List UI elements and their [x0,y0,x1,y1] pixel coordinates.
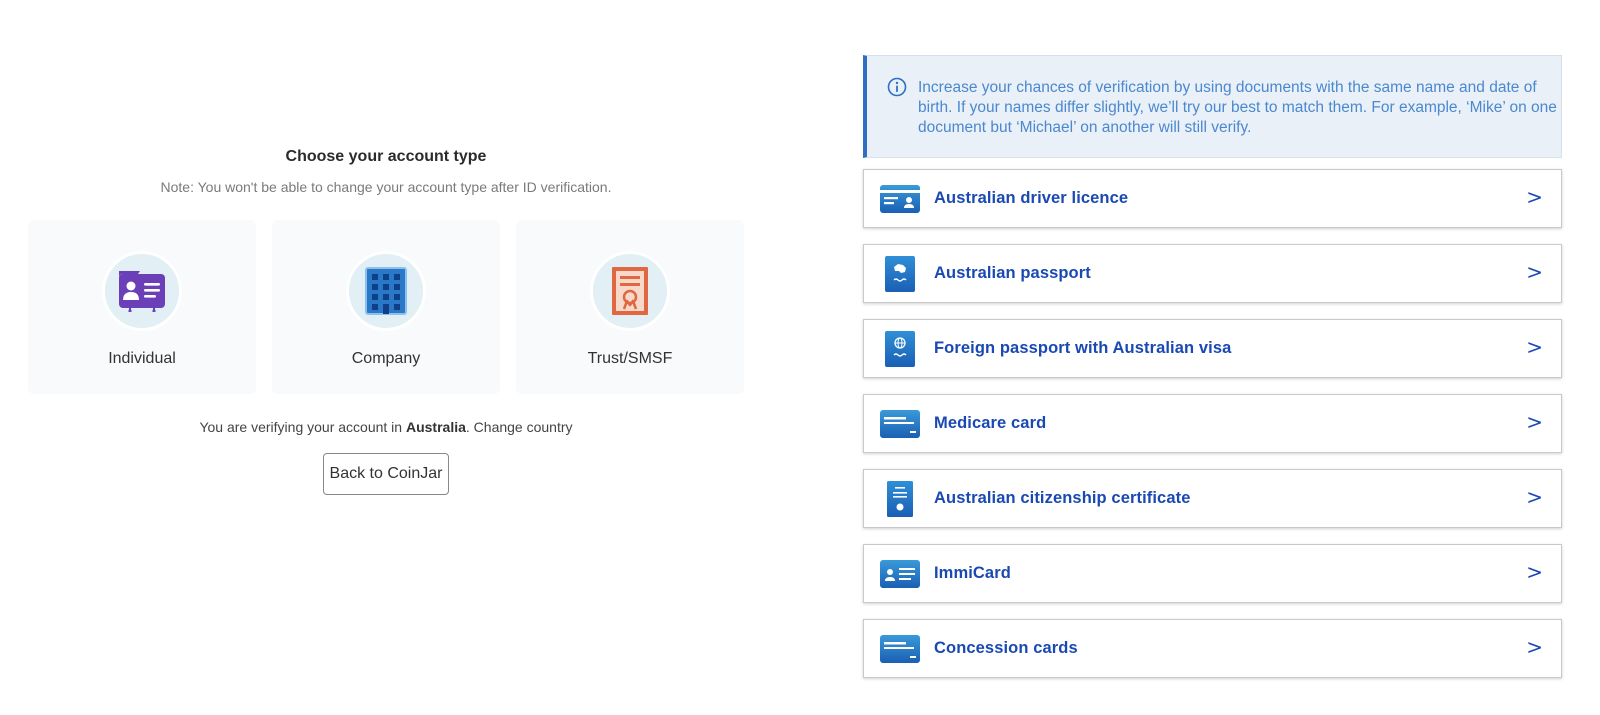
individual-icon-circle [102,251,182,331]
chevron-right-icon: > [1526,560,1543,584]
info-icon [887,77,907,97]
doc-label: Australian passport [934,264,1091,282]
chevron-right-icon: > [1526,635,1543,659]
doc-citizenship-certificate[interactable]: Australian citizenship certificate > [863,469,1562,528]
change-country-link[interactable]: Change country [474,419,573,435]
country-prefix: You are verifying your account in [199,419,406,435]
foreign-passport-icon [878,330,922,368]
account-type-company[interactable]: Company [272,220,500,394]
chevron-right-icon: > [1526,410,1543,434]
trust-icon-circle [590,251,670,331]
account-type-individual[interactable]: Individual [28,220,256,394]
concession-card-icon [878,630,922,668]
id-card-icon [119,271,165,312]
doc-label: Foreign passport with Australian visa [934,339,1232,357]
company-icon-circle [346,251,426,331]
chevron-right-icon: > [1526,185,1543,209]
chevron-right-icon: > [1526,485,1543,509]
doc-concession-cards[interactable]: Concession cards > [863,619,1562,678]
certificate-icon [612,267,648,315]
account-type-panel: Choose your account type Note: You won't… [0,0,772,715]
doc-driver-licence[interactable]: Australian driver licence > [863,169,1562,228]
citizenship-certificate-icon [878,480,922,518]
chevron-right-icon: > [1526,335,1543,359]
doc-label: Concession cards [934,639,1078,657]
account-type-note: Note: You won't be able to change your a… [160,179,612,195]
building-icon [365,267,407,315]
doc-australian-passport[interactable]: Australian passport > [863,244,1562,303]
driver-licence-icon [878,180,922,218]
account-type-label: Company [351,350,421,367]
account-type-label: Trust/SMSF [587,350,673,367]
country-name: Australia [405,419,466,435]
country-suffix: . [465,419,474,435]
verifying-country-line: You are verifying your account in Austra… [0,419,772,435]
doc-label: ImmiCard [934,564,1011,582]
info-text: Increase your chances of verification by… [918,79,1557,136]
doc-label: Australian driver licence [934,189,1129,207]
account-type-trust[interactable]: Trust/SMSF [516,220,744,394]
doc-label: Medicare card [934,414,1047,432]
doc-foreign-passport[interactable]: Foreign passport with Australian visa > [863,319,1562,378]
passport-icon [878,255,922,293]
doc-immicard[interactable]: ImmiCard > [863,544,1562,603]
info-banner: Increase your chances of verification by… [863,55,1562,158]
account-type-label: Individual [108,350,176,367]
medicare-card-icon [878,405,922,443]
doc-medicare-card[interactable]: Medicare card > [863,394,1562,453]
immicard-icon [878,555,922,593]
doc-label: Australian citizenship certificate [934,489,1191,507]
back-to-coinjar-button[interactable]: Back to CoinJar [323,453,449,495]
chevron-right-icon: > [1526,260,1543,284]
account-type-title: Choose your account type [285,148,487,165]
